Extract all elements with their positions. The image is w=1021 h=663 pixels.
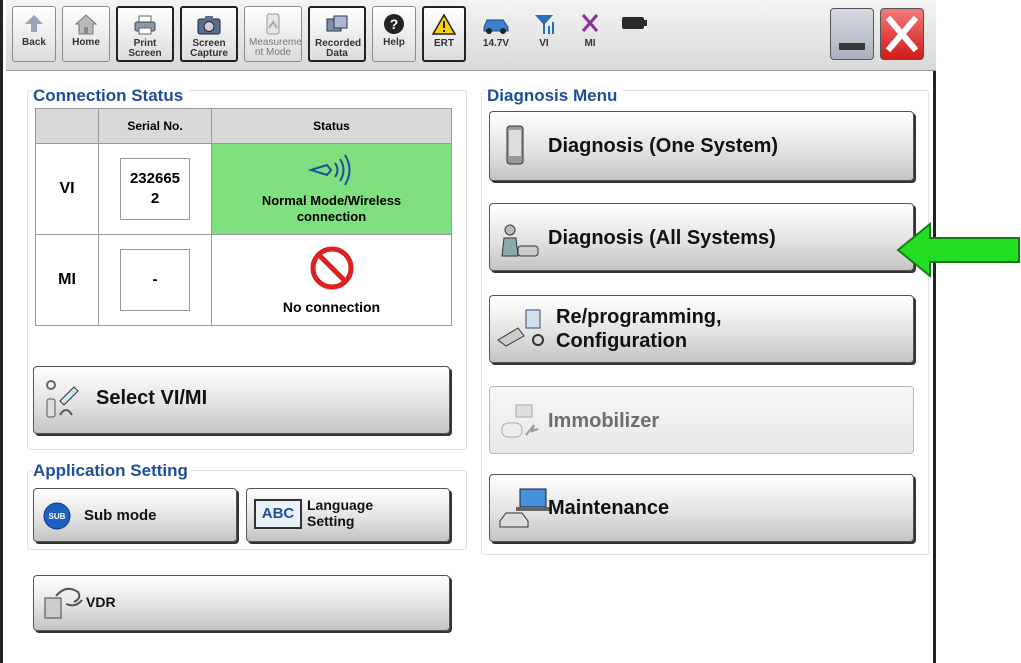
screen-capture-label: Screen Capture [190,38,228,59]
help-label: Help [383,37,405,48]
close-button[interactable] [880,8,924,60]
status-column-header: Status [211,108,452,144]
diagnosis-all-systems-label: Diagnosis (All Systems) [548,227,776,249]
serial-cell: 2326652 [98,143,212,235]
recorded-data-label: Recorded Data [315,38,362,59]
battery-status [612,6,656,62]
home-button[interactable]: Home [62,6,110,62]
device-column-header [35,108,99,144]
app-window: Back Home Print Screen Screen Capture Me… [0,0,936,663]
diagnosis-one-system-button[interactable]: Diagnosis (One System) [489,111,914,181]
immobilizer-button[interactable]: Immobilizer [489,386,914,454]
select-vimi-icon [46,380,79,418]
diagnosis-menu-title: Diagnosis Menu [487,86,622,106]
mechanic-icon [501,224,539,257]
print-screen-label: Print Screen [128,38,162,59]
minimize-icon [839,43,865,50]
vdr-label: VDR [86,594,116,610]
immobilizer-icon [501,404,539,438]
measurement-mode-label: Measureme nt Mode [249,37,302,58]
vi-label: VI [539,38,549,49]
help-button[interactable]: ? Help [372,6,416,62]
sub-badge-text: SUB [49,512,66,521]
maintenance-button[interactable]: Maintenance [489,474,914,542]
immobilizer-label: Immobilizer [548,410,660,432]
mi-label: MI [584,38,596,49]
table-row: VI 2326652 Normal Mode/Wireless connecti… [35,143,452,235]
home-icon [74,14,98,35]
back-button[interactable]: Back [12,6,56,62]
device-vi: VI [35,143,99,235]
print-screen-button[interactable]: Print Screen [116,6,174,62]
select-vimi-button[interactable]: Select VI/MI [33,366,450,434]
sub-mode-icon: SUB [43,502,71,530]
status-vi-text: Normal Mode/Wireless connection [261,193,402,224]
table-row: MI - No connection [35,234,452,326]
ert-label: ERT [434,38,454,49]
status-mi: No connection [211,234,452,326]
laptop-car-icon [499,488,550,528]
battery-voltage-status: 14.7V [474,6,518,62]
reprogramming-label-line1: Re/programming, [556,306,722,328]
serial-vi: 2326652 [120,158,190,220]
vdr-button[interactable]: VDR [33,575,450,631]
reprogramming-label-line2: Configuration [556,330,688,352]
green-arrow-indicator [896,222,1020,278]
status-mi-text: No connection [282,299,381,315]
language-setting-label: Language Setting [307,497,374,529]
svg-text:?: ? [390,16,399,32]
mi-x-icon [581,14,599,32]
sub-mode-button[interactable]: SUB Sub mode [33,488,237,542]
serial-mi: - [120,249,190,311]
recorded-data-icon [326,15,348,32]
ert-button[interactable]: ERT [422,6,466,62]
close-icon [885,15,919,53]
minimize-button[interactable] [830,8,874,60]
measurement-mode-button[interactable]: Measureme nt Mode [244,6,302,62]
maintenance-label: Maintenance [548,497,670,519]
language-setting-button[interactable]: ABC Language Setting [246,488,450,542]
serial-vi-text: 2326652 [129,170,181,207]
home-label: Home [72,37,100,48]
connection-status-title: Connection Status [33,86,188,106]
select-vimi-label: Select VI/MI [96,387,208,409]
back-arrow-icon [25,15,43,32]
prohibited-icon [310,246,353,290]
connection-status-table: Serial No. Status VI 2326652 Normal Mode… [35,108,452,326]
toolbar: Back Home Print Screen Screen Capture Me… [6,0,936,71]
vi-status: VI [522,6,566,62]
sub-mode-label: Sub mode [84,507,157,524]
screen-capture-button[interactable]: Screen Capture [180,6,238,62]
connector-icon [497,309,544,347]
car-icon [483,19,509,34]
abc-icon: ABC [254,499,302,529]
warning-icon [431,13,457,35]
back-label: Back [22,37,46,48]
table-header-row: Serial No. Status [35,108,452,144]
phone-icon [506,125,524,165]
wireless-icon [307,154,350,186]
camera-icon [197,16,221,35]
recorded-data-button[interactable]: Recorded Data [308,6,366,62]
gauge-icon [266,13,280,35]
vdr-icon [44,587,83,619]
device-mi: MI [35,234,99,326]
signal-icon [535,15,554,34]
diagnosis-all-systems-button[interactable]: Diagnosis (All Systems) [489,203,914,271]
mi-status: MI [568,6,612,62]
status-vi: Normal Mode/Wireless connection [211,143,452,235]
battery-icon [622,17,647,29]
reprogramming-configuration-button[interactable]: Re/programming, Configuration [489,295,914,363]
help-icon: ? [384,14,404,34]
diagnosis-one-system-label: Diagnosis (One System) [548,135,779,157]
printer-icon [134,15,156,35]
application-setting-title: Application Setting [33,461,192,481]
serial-column-header: Serial No. [98,108,212,144]
serial-cell: - [98,234,212,326]
battery-voltage-label: 14.7V [482,38,510,49]
